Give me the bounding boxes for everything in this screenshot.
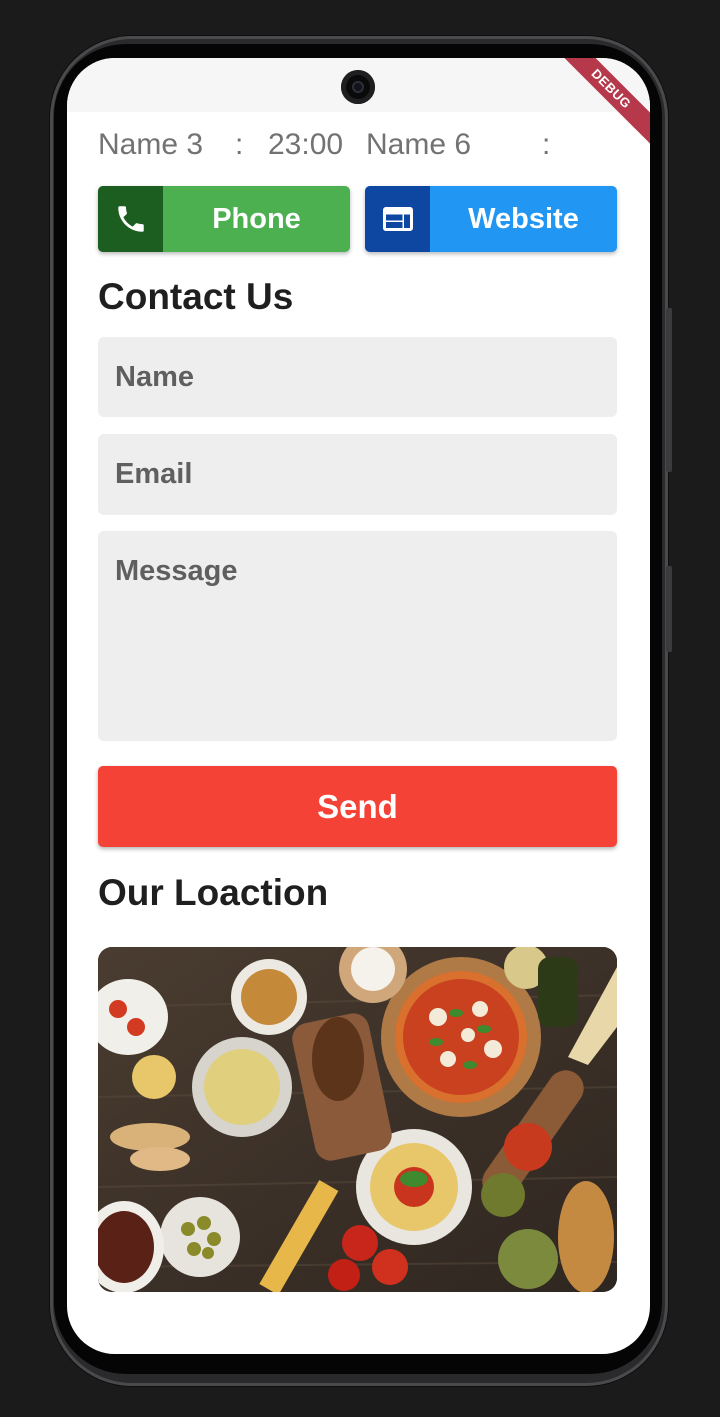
hours-day-name: Name 3 xyxy=(98,128,204,161)
website-button-label: Website xyxy=(468,202,579,235)
email-field[interactable]: Email xyxy=(98,434,617,515)
hours-separator: : xyxy=(542,128,551,161)
message-field[interactable]: Message xyxy=(98,531,617,741)
opening-hours-row: Name 3 : 23:00 Name 6 : xyxy=(98,128,630,168)
phone-button-label: Phone xyxy=(212,202,301,235)
phone-icon xyxy=(98,186,163,252)
hours-time: 23:00 xyxy=(268,128,344,161)
name-field[interactable]: Name xyxy=(98,337,617,417)
contact-us-title: Contact Us xyxy=(98,276,294,317)
web-icon xyxy=(365,186,430,252)
location-food-image xyxy=(98,947,617,1292)
contact-actions: Phone Website xyxy=(98,186,617,252)
app-screen: DEBUG Name 3 : 23:00 Name 6 : Phone Webs… xyxy=(67,58,650,1354)
location-title: Our Loaction xyxy=(98,872,329,913)
send-button[interactable]: Send xyxy=(98,766,617,847)
hours-day-name: Name 6 xyxy=(366,128,472,161)
front-camera xyxy=(341,70,375,104)
power-button xyxy=(666,566,672,652)
phone-button[interactable]: Phone xyxy=(98,186,350,252)
hours-separator: : xyxy=(235,128,244,161)
website-button[interactable]: Website xyxy=(365,186,617,252)
volume-button xyxy=(666,308,672,472)
